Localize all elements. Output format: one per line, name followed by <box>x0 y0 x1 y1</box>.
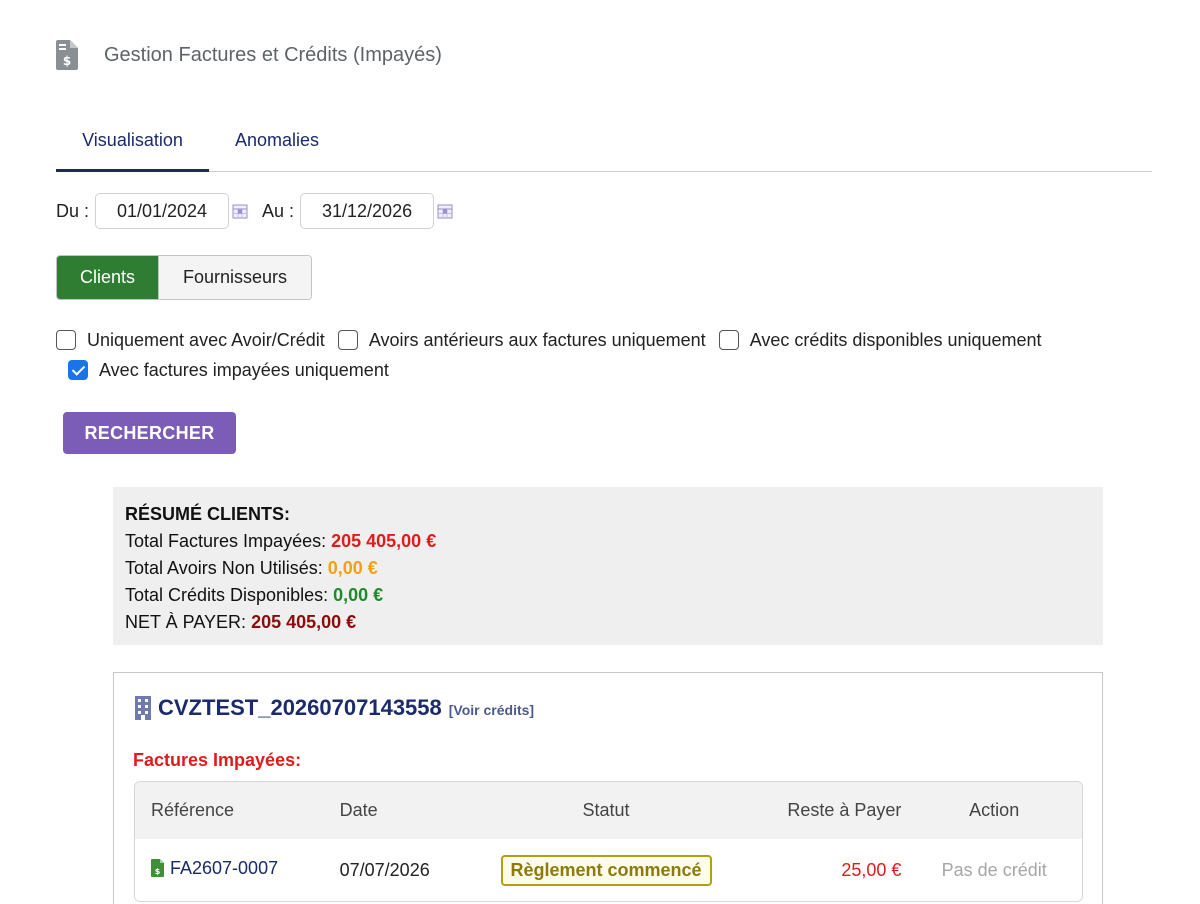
clients-summary: RÉSUMÉ CLIENTS: Total Factures Impayées:… <box>113 487 1103 645</box>
invoice-document-icon: $ <box>56 40 78 70</box>
calendar-icon[interactable] <box>437 203 453 219</box>
summary-impayees-value: 205 405,00 € <box>331 531 437 551</box>
page-header: $ Gestion Factures et Crédits (Impayés) <box>56 40 442 70</box>
summary-avoirs-row: Total Avoirs Non Utilisés: 0,00 € <box>125 555 1091 582</box>
cell-action: Pas de crédit <box>941 859 1047 880</box>
filter-factures-impayees-checkbox[interactable] <box>68 360 88 380</box>
filter-avoirs-anterieurs[interactable]: Avoirs antérieurs aux factures uniquemen… <box>337 328 706 352</box>
summary-net-row: NET À PAYER: 205 405,00 € <box>125 609 1091 636</box>
client-supplier-toggle: Clients Fournisseurs <box>56 255 312 300</box>
filter-label: Avec crédits disponibles uniquement <box>749 329 1042 350</box>
invoice-table: Référence Date Statut Reste à Payer Acti… <box>134 781 1083 902</box>
summary-avoirs-label: Total Avoirs Non Utilisés: <box>125 558 323 578</box>
svg-text:$: $ <box>63 54 71 68</box>
filter-avoir-credit-checkbox[interactable] <box>56 330 76 350</box>
col-date: Date <box>339 800 378 820</box>
svg-text:$: $ <box>155 867 161 876</box>
cell-statut: Règlement commencé <box>483 854 728 886</box>
summary-impayees-label: Total Factures Impayées: <box>125 531 327 551</box>
tab-bar: Visualisation Anomalies <box>56 112 1152 172</box>
clients-toggle-button[interactable]: Clients <box>57 256 158 299</box>
summary-net-value: 205 405,00 € <box>251 612 357 632</box>
date-to-input[interactable] <box>300 193 435 229</box>
calendar-icon[interactable] <box>232 203 248 219</box>
filter-avoirs-anterieurs-checkbox[interactable] <box>337 330 358 350</box>
date-from-label: Du : <box>56 200 90 221</box>
tab-visualisation[interactable]: Visualisation <box>56 112 209 172</box>
summary-credits-label: Total Crédits Disponibles: <box>125 585 329 605</box>
client-name: CVZTEST_20260707143558 <box>158 695 442 720</box>
cell-reference: $ FA2607-0007 <box>135 858 324 883</box>
status-badge: Règlement commencé <box>500 854 712 886</box>
date-from-input[interactable] <box>95 193 230 229</box>
cell-reste: 25,00 € <box>841 859 902 880</box>
invoice-icon: $ <box>151 859 164 878</box>
filter-credits-disponibles-checkbox[interactable] <box>718 330 739 350</box>
invoice-link[interactable]: $ FA2607-0007 <box>151 858 278 879</box>
filter-factures-impayees[interactable]: Avec factures impayées uniquement <box>68 358 389 382</box>
summary-credits-value: 0,00 € <box>333 585 384 605</box>
filter-options: Uniquement avec Avoir/Crédit Avoirs anté… <box>56 328 1156 385</box>
voir-credits-link[interactable]: [Voir crédits] <box>449 702 534 718</box>
filter-credits-disponibles[interactable]: Avec crédits disponibles uniquement <box>718 328 1042 352</box>
filter-label: Avoirs antérieurs aux factures uniquemen… <box>368 329 706 350</box>
building-icon <box>135 696 151 720</box>
summary-credits-row: Total Crédits Disponibles: 0,00 € <box>125 582 1091 609</box>
summary-impayees-row: Total Factures Impayées: 205 405,00 € <box>125 528 1091 555</box>
col-reste: Reste à Payer <box>787 800 902 820</box>
fournisseurs-toggle-button[interactable]: Fournisseurs <box>158 256 311 299</box>
summary-net-label: NET À PAYER: <box>125 612 247 632</box>
client-card: CVZTEST_20260707143558 [Voir crédits] Fa… <box>113 672 1103 904</box>
table-header: Référence Date Statut Reste à Payer Acti… <box>135 782 1082 839</box>
invoice-ref: FA2607-0007 <box>170 857 279 878</box>
page-title: Gestion Factures et Crédits (Impayés) <box>104 43 442 66</box>
col-reference: Référence <box>151 800 235 820</box>
date-range: Du : Au : <box>56 193 467 229</box>
col-action: Action <box>969 800 1020 820</box>
filter-label: Uniquement avec Avoir/Crédit <box>87 329 325 350</box>
search-button[interactable]: RECHERCHER <box>63 412 236 454</box>
client-header: CVZTEST_20260707143558 [Voir crédits] <box>133 695 534 721</box>
date-to-label: Au : <box>262 200 295 221</box>
filter-label: Avec factures impayées uniquement <box>99 359 389 380</box>
cell-date: 07/07/2026 <box>339 859 430 880</box>
summary-title: RÉSUMÉ CLIENTS: <box>125 504 291 524</box>
factures-impayees-title: Factures Impayées: <box>133 750 302 770</box>
col-statut: Statut <box>582 800 630 820</box>
filter-avoir-credit[interactable]: Uniquement avec Avoir/Crédit <box>56 328 325 352</box>
tab-anomalies[interactable]: Anomalies <box>220 112 334 172</box>
table-row: $ FA2607-0007 07/07/2026 Règlement comme… <box>135 839 1082 901</box>
summary-avoirs-value: 0,00 € <box>327 558 378 578</box>
